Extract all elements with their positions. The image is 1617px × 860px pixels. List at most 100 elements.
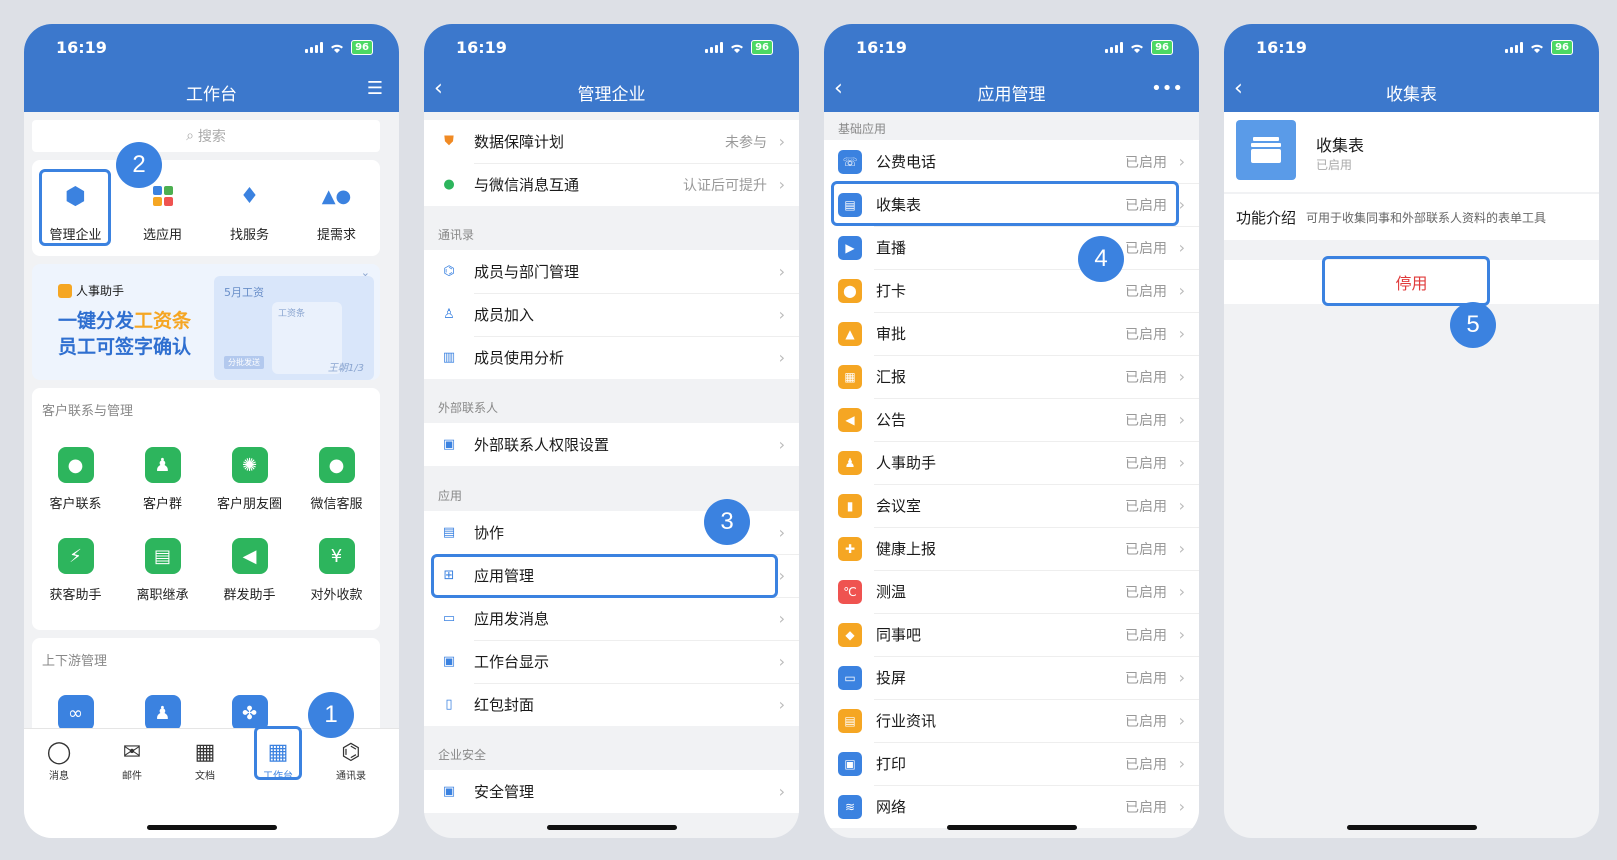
row-wechat-interop[interactable]: ● 与微信消息互通 认证后可提升 › (424, 163, 799, 206)
find-service-button[interactable]: ♦ 找服务 (206, 178, 293, 256)
app-customer-moments[interactable]: ✺ 客户朋友圈 (206, 447, 293, 512)
row-member-join[interactable]: ♙ 成员加入 › (424, 293, 799, 336)
app-icon: ▮ (838, 493, 862, 518)
app-row[interactable]: ▦ 汇报 已启用 › (824, 355, 1199, 398)
app-row[interactable]: ☏ 公费电话 已启用 › (824, 140, 1199, 183)
row-member-analytics[interactable]: ▥ 成员使用分析 › (424, 336, 799, 379)
more-icon[interactable]: ••• (1151, 78, 1183, 99)
search-input[interactable]: ⌕ 搜索 (32, 120, 380, 152)
app-row[interactable]: ≋ 网络 已启用 › (824, 785, 1199, 828)
transfer-icon: ▤ (144, 538, 181, 574)
tab-contacts[interactable]: ⌬ 通讯录 (321, 739, 381, 782)
row-security-management[interactable]: ▣ 安全管理 › (424, 770, 799, 813)
app-label: 人事助手 (876, 454, 937, 472)
step-badge-4: 4 (1078, 236, 1124, 282)
app-customer-contact[interactable]: ● 客户联系 (32, 447, 119, 512)
banner-line1b: 工资条 (134, 310, 192, 332)
page-title: 应用管理 (977, 85, 1046, 105)
app-row[interactable]: ▤ 行业资讯 已启用 › (824, 699, 1199, 742)
phone-manage-enterprise: 16:19 96 ‹ 管理企业 ⛊ 数据保障计划 未参与 › ● 与微信消息互通 认证后可… (424, 24, 799, 838)
highlight-collection-form (831, 181, 1179, 226)
tab-bar: ◯ 消息 ✉ 邮件 ▦ 文档 ▦ 工作台 ⌬ 通讯录 (24, 728, 399, 838)
app-row[interactable]: ▮ 会议室 已启用 › (824, 484, 1199, 527)
row-red-packet-cover[interactable]: ▯ 红包封面 › (424, 683, 799, 726)
app-row[interactable]: ◀ 公告 已启用 › (824, 398, 1199, 441)
app-mass-send[interactable]: ◀ 群发助手 (206, 538, 293, 603)
wifi-icon (1131, 44, 1144, 53)
collapse-icon[interactable]: ⌄ (361, 266, 370, 279)
app-row[interactable]: ◆ 同事吧 已启用 › (824, 613, 1199, 656)
app-icon: ▲ (838, 321, 862, 346)
app-row[interactable]: ▣ 打印 已启用 › (824, 742, 1199, 785)
app-icon: ⬤ (838, 278, 862, 303)
chevron-right-icon: › (1178, 582, 1185, 601)
banner-card-title: 5月工资 (224, 286, 264, 299)
app-status: 已启用 (1125, 455, 1167, 472)
app-icon: ☏ (838, 149, 862, 174)
promo-banner[interactable]: 人事助手 一键分发工资条 员工可签字确认 5月工资 工资条 分批发送 王朝1/3… (32, 264, 380, 380)
app-label: 健康上报 (876, 540, 937, 558)
phone-collection-form: 16:19 96 ‹ 收集表 收集表 已启用 功能介绍 可用于收集同事和外部联系… (1224, 24, 1599, 838)
app-row[interactable]: ✚ 健康上报 已启用 › (824, 527, 1199, 570)
app-label: 微信客服 (310, 497, 363, 512)
envelope-icon: ▯ (445, 697, 453, 712)
home-indicator (146, 825, 277, 830)
wifi-icon (1531, 44, 1544, 53)
app-icon: ▤ (838, 708, 862, 733)
row-data-protection[interactable]: ⛊ 数据保障计划 未参与 › (424, 120, 799, 163)
app-row[interactable]: ⬤ 打卡 已启用 › (824, 269, 1199, 312)
section-title: 应用 (438, 489, 463, 503)
app-lead-assistant[interactable]: ⚡ 获客助手 (32, 538, 119, 603)
tab-mail[interactable]: ✉ 邮件 (102, 739, 162, 782)
app-row[interactable]: ♟ 人事助手 已启用 › (824, 441, 1199, 484)
app-status: 已启用 (1125, 670, 1167, 687)
search-icon: ⌕ (186, 128, 194, 144)
row-members-departments[interactable]: ⌬ 成员与部门管理 › (424, 250, 799, 293)
app-row[interactable]: ℃ 测温 已启用 › (824, 570, 1199, 613)
highlight-app-management (431, 554, 778, 598)
settings-list-icon[interactable]: ☰ (367, 78, 383, 99)
app-icon: ▣ (838, 751, 862, 776)
app-status: 已启用 (1125, 799, 1167, 816)
app-wechat-service[interactable]: ● 微信客服 (293, 447, 380, 512)
choose-app-button[interactable]: 选应用 (119, 178, 206, 256)
apps-list: ▤ 协作 › ⊞ 应用管理 › ▭ 应用发消息 › ▣ 工作台显示 › ▯ 红包封面 › (424, 511, 799, 726)
chevron-right-icon: › (1178, 625, 1185, 644)
status-time: 16:19 (456, 38, 507, 57)
app-label: 打印 (876, 755, 907, 773)
app-row[interactable]: ▲ 审批 已启用 › (824, 312, 1199, 355)
request-button[interactable]: ▲● 提需求 (293, 178, 380, 256)
tab-label: 消息 (49, 771, 69, 782)
app-payment[interactable]: ¥ 对外收款 (293, 538, 380, 603)
status-time: 16:19 (1256, 38, 1307, 57)
tab-messages[interactable]: ◯ 消息 (29, 739, 89, 782)
app-label: 直播 (876, 239, 907, 257)
row-label: 成员加入 (474, 306, 535, 324)
app-label: 投屏 (876, 669, 907, 687)
app-row[interactable]: ▭ 投屏 已启用 › (824, 656, 1199, 699)
row-app-messages[interactable]: ▭ 应用发消息 › (424, 597, 799, 640)
chevron-right-icon: › (1178, 367, 1185, 386)
status-icons: 96 (705, 40, 773, 55)
app-resign-transfer[interactable]: ▤ 离职继承 (119, 538, 206, 603)
chevron-right-icon: › (1178, 797, 1185, 816)
shield-icon: ⛊ (444, 134, 454, 149)
app-customer-group[interactable]: ♟ 客户群 (119, 447, 206, 512)
app-status: 已启用 (1125, 541, 1167, 558)
app-row[interactable]: ▶ 直播 已启用 › (824, 226, 1199, 269)
tab-label: 通讯录 (336, 771, 366, 782)
home-indicator (946, 825, 1077, 830)
app-status: 已启用 (1125, 283, 1167, 300)
section-title: 通讯录 (438, 228, 475, 242)
home-indicator (1346, 825, 1477, 830)
row-workbench-display[interactable]: ▣ 工作台显示 › (424, 640, 799, 683)
megaphone-icon: ◀ (231, 538, 268, 574)
battery-icon: 96 (351, 40, 373, 55)
chevron-right-icon: › (1178, 668, 1185, 687)
section-title: 客户联系与管理 (42, 404, 134, 419)
chevron-right-icon: › (778, 175, 785, 194)
home-indicator (546, 825, 677, 830)
chevron-right-icon: › (778, 609, 785, 628)
row-external-permissions[interactable]: ▣ 外部联系人权限设置 › (424, 423, 799, 466)
tab-docs[interactable]: ▦ 文档 (175, 739, 235, 782)
